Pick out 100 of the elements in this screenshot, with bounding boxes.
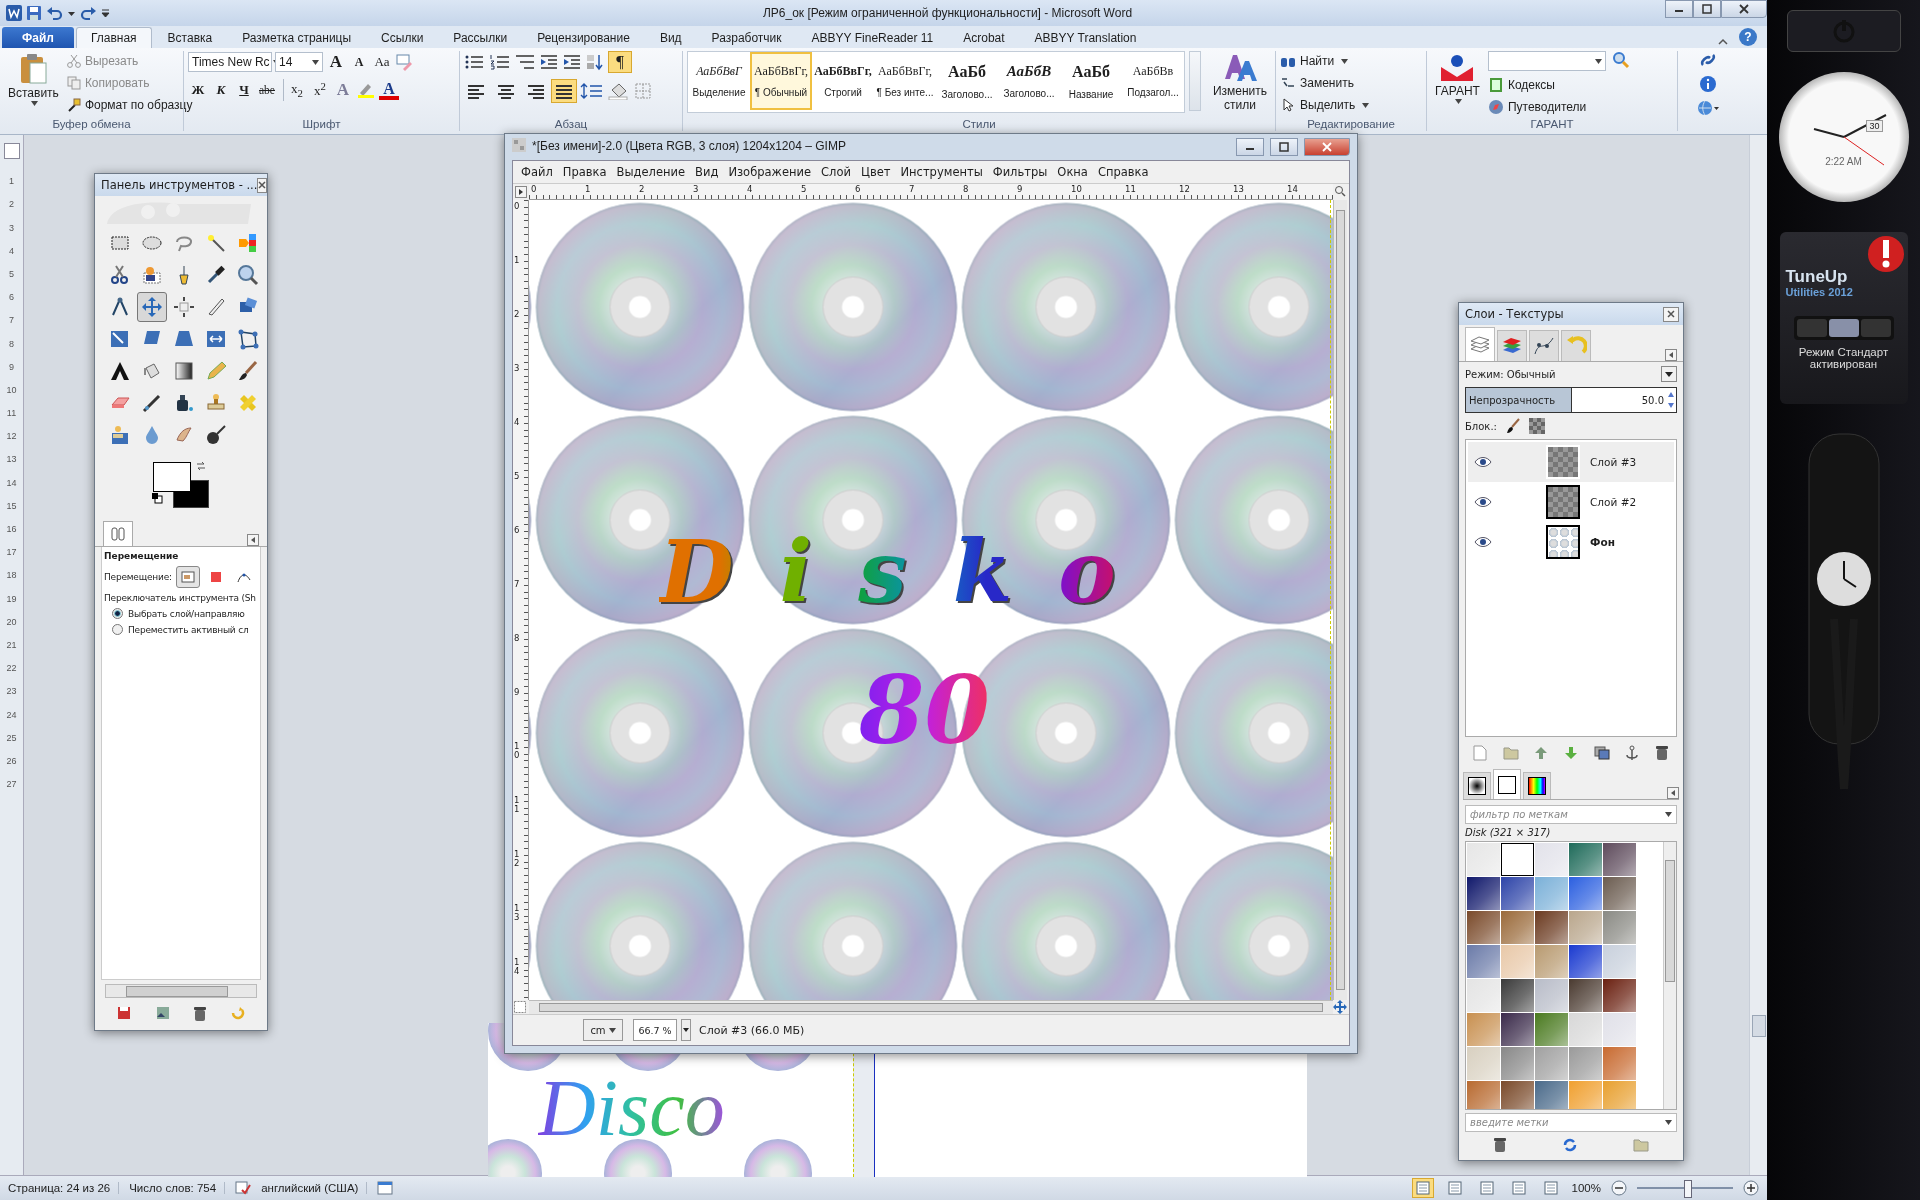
option-label[interactable]: Переместить активный сл xyxy=(128,624,249,635)
ruler-number: 4 xyxy=(514,418,521,427)
ruler-number: 12 xyxy=(514,850,521,868)
menu-item[interactable]: Справка xyxy=(1097,165,1149,179)
tag-filter-field[interactable]: фильтр по меткам xyxy=(1465,805,1677,825)
ruler-number: 3 xyxy=(9,221,14,235)
style-item[interactable]: АаБбВвГг, ¶ Без инте... xyxy=(874,52,936,110)
ribbon-tab[interactable]: Acrobat xyxy=(949,27,1019,48)
ribbon-tab[interactable]: Ссылки xyxy=(367,27,438,48)
ribbon-tab[interactable]: Разработчик xyxy=(697,27,796,48)
layer-row[interactable]: Фон xyxy=(1468,522,1674,562)
ruler-number: 9 xyxy=(514,688,521,697)
group-label: Редактирование xyxy=(1306,118,1396,132)
panel-title: Панель инструментов - ... xyxy=(101,178,258,192)
style-item[interactable]: АаБбВвГг, Строгий xyxy=(812,52,874,110)
style-name: Выделение xyxy=(692,87,746,98)
clock-date: 30 xyxy=(1866,120,1883,132)
ruler-number: 14 xyxy=(514,958,521,976)
menu-item[interactable]: Выделение xyxy=(616,165,686,179)
change-case-button[interactable]: Aa xyxy=(372,51,392,73)
style-name: Подзагол... xyxy=(1127,87,1179,98)
word-count[interactable]: Число слов: 754 xyxy=(129,1182,226,1194)
style-preview: АаБб xyxy=(1072,62,1110,81)
find-button[interactable]: Найти xyxy=(1280,51,1422,71)
ruler-number: 16 xyxy=(6,523,17,536)
ruler-number: 6 xyxy=(9,291,14,305)
menu-item[interactable]: Цвет xyxy=(860,165,891,179)
window-title: *[Без имени]-2.0 (Цвета RGB, 3 слоя) 1204x1204 – GIMP xyxy=(532,139,846,153)
ruler-number: 8 xyxy=(963,184,969,194)
group-label: Буфер обмена xyxy=(51,118,132,132)
ruler-number: 14 xyxy=(1287,184,1298,194)
zoom-field[interactable]: 66.7 % xyxy=(633,1019,677,1041)
ruler-number: 10 xyxy=(514,742,521,760)
ribbon-tab[interactable]: Вставка xyxy=(153,27,227,48)
page-count[interactable]: Страница: 24 из 26 xyxy=(8,1182,120,1194)
codes-button[interactable]: Кодексы xyxy=(1487,75,1606,95)
style-item[interactable]: АаБбВ Заголово... xyxy=(998,52,1060,110)
ruler-number: 14 xyxy=(6,476,17,490)
menu-item[interactable]: Окна xyxy=(1057,165,1088,179)
font-name-field[interactable]: Times New Rc xyxy=(188,52,272,72)
font-color-button[interactable]: A xyxy=(378,80,399,100)
ruler-number: 10 xyxy=(1071,184,1082,194)
font-size-field[interactable]: 14 xyxy=(275,52,323,72)
text-effects-button[interactable]: A xyxy=(332,79,353,101)
ruler-number: 9 xyxy=(1017,184,1023,194)
style-name: Заголово... xyxy=(941,88,993,100)
guides-button[interactable]: Путеводители xyxy=(1487,97,1606,117)
grow-font-button[interactable]: A xyxy=(326,51,346,73)
subscript-button[interactable]: x$_{2}$ xyxy=(286,79,307,101)
style-item[interactable]: АаБбВвГ Выделение xyxy=(688,52,750,110)
menu-item[interactable]: Фильтры xyxy=(992,165,1048,179)
menu-item[interactable]: Слой xyxy=(821,165,851,179)
underline-button[interactable]: Ч xyxy=(234,79,254,101)
menu-item[interactable]: Изображение xyxy=(728,165,812,179)
layer-row[interactable]: Слой #3 xyxy=(1468,442,1674,482)
style-name: ¶ Без инте... xyxy=(876,87,934,98)
file-tab[interactable]: Файл xyxy=(2,27,74,48)
superscript-button[interactable]: x$^{2}$ xyxy=(309,79,330,101)
ruler-number: 10 xyxy=(6,383,17,397)
ruler-number: 1 xyxy=(585,184,591,194)
options-title: Перемещение xyxy=(104,551,180,561)
ribbon-tab[interactable]: ABBYY FineReader 11 xyxy=(797,27,948,48)
show-marks-button[interactable]: ¶ xyxy=(608,51,632,73)
italic-button[interactable]: К xyxy=(211,79,231,101)
style-item[interactable]: АаБбВв Подзагол... xyxy=(1122,52,1184,110)
select-button[interactable]: Выделить xyxy=(1280,95,1422,115)
ribbon-tab[interactable]: Рецензирование xyxy=(523,27,644,48)
style-item[interactable]: АаБб Заголово... xyxy=(936,52,998,110)
paste-button[interactable]: Вставить xyxy=(4,51,63,108)
ruler-number: 5 xyxy=(9,267,14,281)
strikethrough-button[interactable]: abe xyxy=(257,79,284,101)
ribbon-tab[interactable]: Вид xyxy=(645,27,696,48)
ruler-number: 3 xyxy=(514,364,521,373)
shrink-font-button[interactable]: A xyxy=(349,51,369,73)
replace-button[interactable]: Заменить xyxy=(1280,73,1422,93)
ribbon-tab[interactable]: Главная xyxy=(75,27,152,48)
ruler-number: 12 xyxy=(1179,184,1190,194)
option-label[interactable]: Выбрать слой/направляю xyxy=(128,608,245,619)
change-styles-button[interactable]: Изменить стили xyxy=(1205,51,1275,114)
ribbon-tab[interactable]: Разметка страницы xyxy=(228,27,366,48)
style-item[interactable]: АаБб Название xyxy=(1060,52,1122,110)
clock-time: 2:22 AM xyxy=(1825,156,1862,167)
style-preview: АаБбВвГ xyxy=(696,64,742,79)
menu-item[interactable]: Файл xyxy=(521,165,553,179)
menu-item[interactable]: Вид xyxy=(695,165,719,179)
style-item[interactable]: АаБбВвГг, ¶ Обычный xyxy=(750,52,812,110)
opacity-field[interactable]: Непрозрачность 50.0 xyxy=(1465,387,1677,413)
style-name: Название xyxy=(1068,88,1114,100)
language-indicator[interactable]: английский (США) xyxy=(261,1182,368,1194)
layer-row[interactable]: Слой #2 xyxy=(1468,482,1674,522)
zoom-level[interactable]: 100% xyxy=(1571,1182,1601,1194)
tags-field[interactable]: введите метки xyxy=(1465,1112,1677,1132)
garant-button[interactable]: ГАРАНТ xyxy=(1431,51,1484,106)
unit-field[interactable]: cm xyxy=(583,1019,623,1041)
menu-item[interactable]: Правка xyxy=(562,165,607,179)
menu-item[interactable]: Инструменты xyxy=(900,165,983,179)
help-button[interactable]: ? xyxy=(1739,28,1757,46)
ribbon-tab[interactable]: ABBYY Translation xyxy=(1020,27,1151,48)
opacity-label: Непрозрачность xyxy=(1468,394,1556,406)
ribbon-tab[interactable]: Рассылки xyxy=(439,27,522,48)
